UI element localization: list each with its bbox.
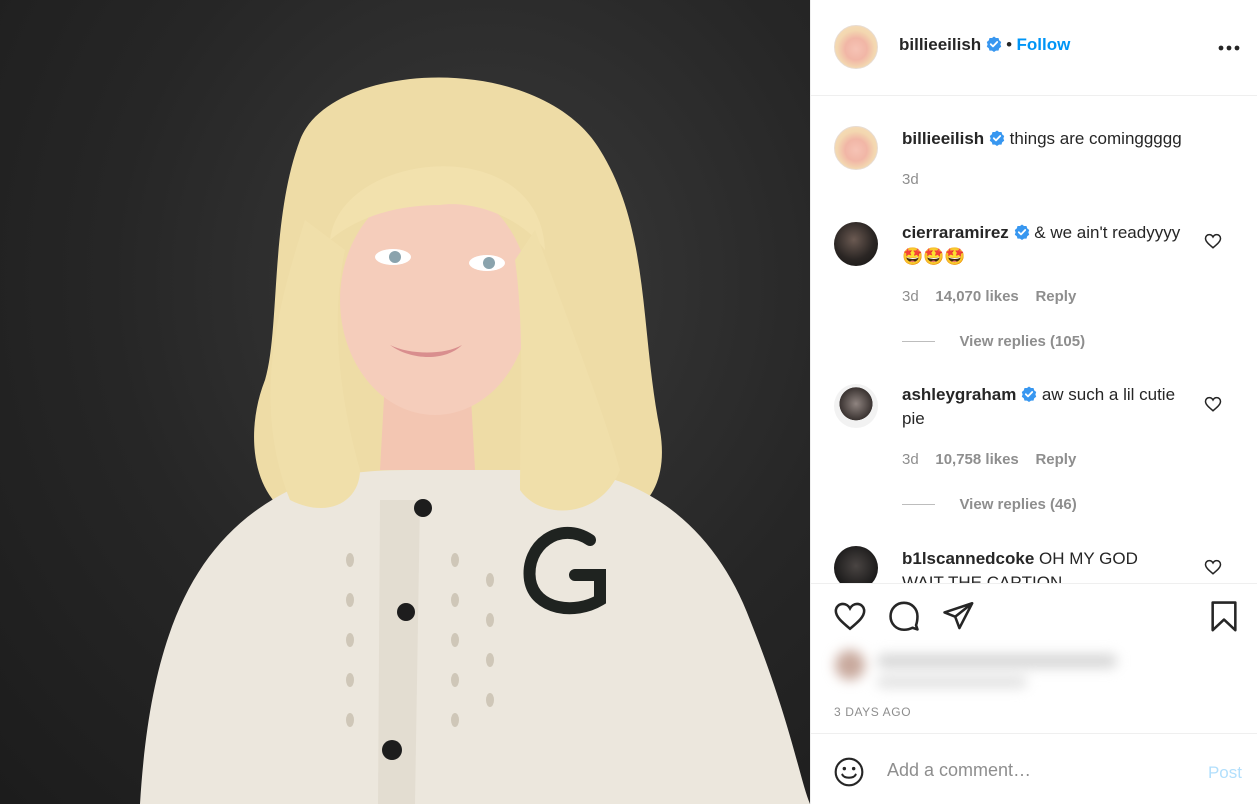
comment-meta: 3d 10,758 likes Reply bbox=[902, 451, 1076, 468]
comment-3: b1lscannedcoke OH MY GOD WAIT THE CAPTIO… bbox=[902, 547, 1182, 583]
post-header: billieeilish • Follow bbox=[811, 0, 1257, 96]
like-comment-heart-icon[interactable] bbox=[1204, 558, 1222, 576]
reply-button[interactable]: Reply bbox=[1035, 451, 1076, 468]
comment-meta: 3d 14,070 likes Reply bbox=[902, 288, 1076, 305]
more-options-icon[interactable] bbox=[1216, 36, 1242, 60]
reply-button[interactable]: Reply bbox=[1035, 288, 1076, 305]
post-detail-panel: billieeilish • Follow billieeilish thing… bbox=[810, 0, 1257, 804]
verified-icon bbox=[986, 36, 1001, 52]
heart-icon[interactable] bbox=[833, 599, 867, 633]
post-actions: 3 DAYS AGO bbox=[811, 583, 1257, 733]
comment-likes[interactable]: 14,070 likes bbox=[935, 288, 1018, 305]
comment-icon[interactable] bbox=[887, 599, 921, 633]
caption: billieeilish things are cominggggg bbox=[902, 127, 1202, 151]
author-username[interactable]: billieeilish bbox=[899, 35, 981, 54]
caption-username[interactable]: billieeilish bbox=[902, 129, 984, 148]
post-photo[interactable] bbox=[0, 0, 810, 804]
post-comment-button[interactable]: Post bbox=[1208, 763, 1242, 783]
verified-icon bbox=[1021, 386, 1037, 402]
comment-input[interactable] bbox=[887, 756, 1187, 784]
comment-username[interactable]: cierraramirez bbox=[902, 223, 1009, 242]
emoji-icon[interactable] bbox=[833, 756, 865, 788]
post-photo-illustration bbox=[140, 77, 810, 804]
comments-list[interactable]: billieeilish things are cominggggg 3d ci… bbox=[811, 96, 1257, 583]
share-icon[interactable] bbox=[941, 599, 975, 633]
comment-avatar[interactable] bbox=[834, 222, 878, 266]
author-avatar[interactable] bbox=[834, 25, 878, 69]
verified-icon bbox=[989, 130, 1005, 146]
post-date: 3 DAYS AGO bbox=[834, 705, 912, 719]
view-replies-button[interactable]: View replies (46) bbox=[959, 496, 1076, 513]
caption-avatar[interactable] bbox=[834, 126, 878, 170]
likes-summary-blurred bbox=[829, 642, 1129, 698]
view-replies-button[interactable]: View replies (105) bbox=[959, 333, 1085, 350]
comment-avatar[interactable] bbox=[834, 384, 878, 428]
bookmark-icon[interactable] bbox=[1207, 599, 1241, 633]
header-separator: • bbox=[1006, 35, 1013, 54]
follow-button[interactable]: Follow bbox=[1017, 35, 1071, 54]
comment-2: ashleygraham aw such a lil cutie pie bbox=[902, 383, 1182, 431]
like-comment-heart-icon[interactable] bbox=[1204, 232, 1222, 250]
view-replies-row[interactable]: View replies (46) bbox=[902, 496, 1077, 514]
comment-1: cierraramirez & we ain't readyyyy🤩🤩🤩 bbox=[902, 221, 1192, 269]
view-replies-row[interactable]: View replies (105) bbox=[902, 333, 1085, 351]
verified-icon bbox=[1014, 224, 1029, 240]
divider bbox=[902, 504, 935, 506]
caption-time: 3d bbox=[902, 171, 919, 188]
comment-username[interactable]: ashleygraham bbox=[902, 385, 1016, 404]
comment-likes[interactable]: 10,758 likes bbox=[935, 451, 1018, 468]
like-comment-heart-icon[interactable] bbox=[1204, 395, 1222, 413]
add-comment-bar: Post bbox=[811, 733, 1257, 804]
comment-username[interactable]: b1lscannedcoke bbox=[902, 549, 1034, 568]
divider bbox=[902, 341, 935, 343]
author-line: billieeilish • Follow bbox=[899, 35, 1070, 55]
comment-time: 3d bbox=[902, 451, 919, 468]
comment-time: 3d bbox=[902, 288, 919, 305]
caption-text: things are cominggggg bbox=[1009, 129, 1182, 148]
comment-avatar[interactable] bbox=[834, 546, 878, 583]
